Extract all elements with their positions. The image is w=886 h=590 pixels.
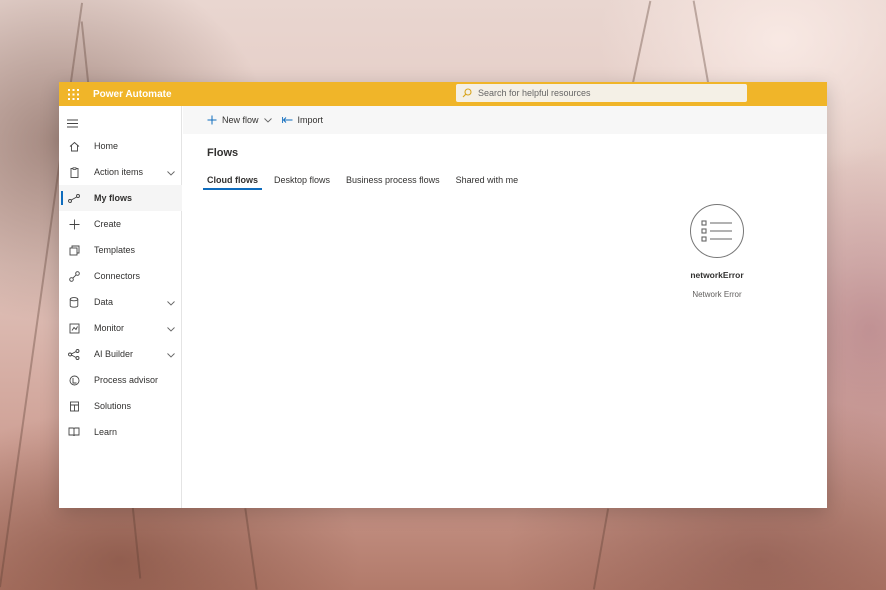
sidebar-item-label: My flows xyxy=(94,193,133,203)
sidebar-item-home[interactable]: Home xyxy=(59,133,182,159)
new-flow-label: New flow xyxy=(222,115,259,125)
hamburger-icon xyxy=(67,119,78,128)
plus-icon xyxy=(68,218,80,230)
import-label: Import xyxy=(297,115,324,125)
tab-shared-with-me[interactable]: Shared with me xyxy=(452,172,523,190)
import-icon xyxy=(281,116,293,124)
sidebar-item-data[interactable]: Data xyxy=(59,289,182,315)
tab-cloud-flows[interactable]: Cloud flows xyxy=(203,172,262,190)
page-title: Flows xyxy=(207,147,239,159)
chevron-down-icon[interactable] xyxy=(167,350,175,360)
error-message: Network Error xyxy=(692,290,742,299)
sidebar-item-templates[interactable]: Templates xyxy=(59,237,182,263)
background-stalk xyxy=(592,508,610,590)
sidebar-item-my-flows[interactable]: My flows xyxy=(59,185,182,211)
sidebar-item-create[interactable]: Create xyxy=(59,211,182,237)
sidebar-item-learn[interactable]: Learn xyxy=(59,419,182,445)
database-icon xyxy=(68,296,80,308)
sidebar-item-label: Home xyxy=(94,141,119,151)
ai-builder-icon xyxy=(68,348,80,360)
import-button[interactable]: Import xyxy=(281,115,324,125)
search-input[interactable] xyxy=(478,88,747,98)
sidebar: Home Action items My flows Create Templa… xyxy=(59,106,182,508)
background-stalk xyxy=(692,0,710,85)
sidebar-item-label: Learn xyxy=(94,427,118,437)
plus-icon xyxy=(207,115,217,125)
sidebar-item-label: AI Builder xyxy=(94,349,134,359)
top-bar: Power Automate xyxy=(59,82,827,106)
network-error-panel: networkError Network Error xyxy=(664,204,770,299)
sidebar-item-monitor[interactable]: Monitor xyxy=(59,315,182,341)
tab-business-process-flows[interactable]: Business process flows xyxy=(342,172,444,190)
sidebar-item-label: Solutions xyxy=(94,401,132,411)
search-box[interactable] xyxy=(456,84,747,102)
background-stalk xyxy=(244,508,258,590)
flow-icon xyxy=(68,192,80,204)
chevron-down-icon[interactable] xyxy=(167,168,175,178)
app-launcher-button[interactable] xyxy=(59,82,87,106)
search-icon xyxy=(456,88,478,98)
command-bar: New flow Import xyxy=(183,106,827,134)
connector-icon xyxy=(68,270,80,282)
sidebar-item-connectors[interactable]: Connectors xyxy=(59,263,182,289)
app-window: Power Automate Home xyxy=(59,82,827,508)
monitor-icon xyxy=(68,322,80,334)
sidebar-item-ai-builder[interactable]: AI Builder xyxy=(59,341,182,367)
background-stalk xyxy=(630,0,652,90)
sidebar-item-label: Create xyxy=(94,219,122,229)
sidebar-item-process-advisor[interactable]: Process advisor xyxy=(59,367,182,393)
sidebar-item-label: Data xyxy=(94,297,114,307)
sidebar-item-label: Action items xyxy=(94,167,144,177)
nav-toggle-button[interactable] xyxy=(67,115,78,133)
templates-icon xyxy=(68,244,80,256)
solutions-icon xyxy=(68,400,80,412)
sidebar-item-action-items[interactable]: Action items xyxy=(59,159,182,185)
sidebar-item-label: Process advisor xyxy=(94,375,159,385)
error-title: networkError xyxy=(690,270,744,280)
sidebar-item-label: Monitor xyxy=(94,323,125,333)
sidebar-item-label: Connectors xyxy=(94,271,141,281)
clipboard-icon xyxy=(68,166,80,178)
tab-desktop-flows[interactable]: Desktop flows xyxy=(270,172,334,190)
process-advisor-icon xyxy=(68,374,80,386)
list-icon xyxy=(690,204,744,258)
flow-tabs: Cloud flows Desktop flows Business proce… xyxy=(203,172,530,190)
book-icon xyxy=(68,426,80,438)
sidebar-item-label: Templates xyxy=(94,245,136,255)
sidebar-item-solutions[interactable]: Solutions xyxy=(59,393,182,419)
app-title[interactable]: Power Automate xyxy=(93,89,172,100)
home-icon xyxy=(68,140,80,152)
chevron-down-icon[interactable] xyxy=(167,298,175,308)
chevron-down-icon[interactable] xyxy=(263,117,272,123)
chevron-down-icon[interactable] xyxy=(167,324,175,334)
waffle-icon xyxy=(67,88,79,100)
new-flow-button[interactable]: New flow xyxy=(207,115,272,125)
